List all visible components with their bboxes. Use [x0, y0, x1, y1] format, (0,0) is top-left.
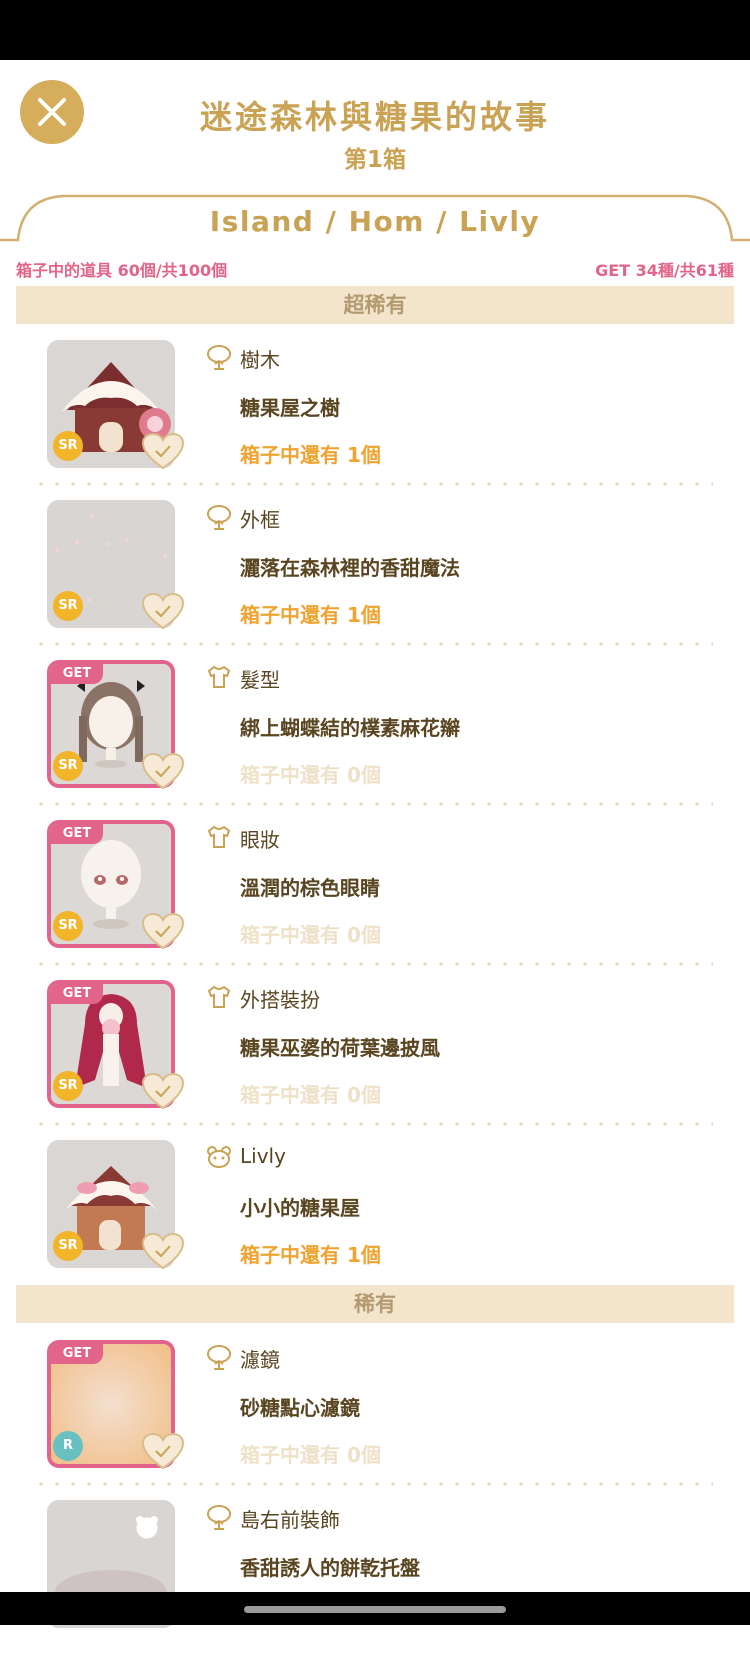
livly-face-icon — [207, 1146, 231, 1168]
tree-icon — [207, 1505, 231, 1530]
divider — [33, 482, 713, 486]
divider — [33, 1122, 713, 1126]
rarity-badge: SR — [53, 751, 83, 781]
list-item[interactable]: GET R 濾鏡 砂糖點心濾鏡 箱子中還有 0個 — [0, 1340, 750, 1500]
favorite-heart-icon[interactable] — [141, 1232, 185, 1272]
item-name: 砂糖點心濾鏡 — [240, 1396, 360, 1420]
stock-text: 箱子中還有 1個 — [240, 1243, 381, 1267]
divider — [33, 1482, 713, 1486]
category-label: 眼妝 — [240, 828, 280, 852]
status-bar — [0, 0, 750, 60]
favorite-heart-icon[interactable] — [141, 1432, 185, 1472]
section-super-rare: 超稀有 — [16, 286, 734, 324]
shirt-icon — [207, 825, 231, 848]
tree-icon — [207, 345, 231, 370]
list-item[interactable]: SR 外框 灑落在森林裡的香甜魔法 箱子中還有 1個 — [0, 500, 750, 660]
list-item[interactable]: SR Livly 小小的糖果屋 箱子中還有 1個 — [0, 1140, 750, 1300]
list-item[interactable]: GET SR 眼妝 溫潤的棕色眼睛 箱子中還有 0個 — [0, 820, 750, 980]
get-badge: GET — [51, 1344, 103, 1364]
page-title: 迷途森林與糖果的故事 — [199, 98, 550, 136]
category-label: 濾鏡 — [240, 1348, 280, 1372]
favorite-heart-icon[interactable] — [141, 432, 185, 472]
rarity-badge: R — [53, 1431, 83, 1461]
stock-text: 箱子中還有 0個 — [240, 1083, 381, 1107]
stock-text: 箱子中還有 1個 — [240, 603, 381, 627]
stock-text: 箱子中還有 0個 — [240, 923, 381, 947]
item-name: 糖果巫婆的荷葉邊披風 — [240, 1036, 440, 1060]
box-number: 第1箱 — [343, 147, 406, 173]
category-label: 髮型 — [240, 668, 280, 692]
item-name: 綁上蝴蝶結的樸素麻花辮 — [240, 716, 460, 740]
rarity-badge: SR — [53, 431, 83, 461]
favorite-heart-icon[interactable] — [141, 1072, 185, 1112]
divider — [33, 962, 713, 966]
section-rare: 稀有 — [16, 1285, 734, 1323]
item-name: 香甜誘人的餅乾托盤 — [240, 1556, 420, 1580]
category-label: 外框 — [240, 508, 280, 532]
rarity-badge: SR — [53, 911, 83, 941]
tree-icon — [207, 1345, 231, 1370]
list-item[interactable]: 島右前裝飾 香甜誘人的餅乾托盤 — [0, 1500, 750, 1660]
category-label: 島右前裝飾 — [240, 1508, 340, 1532]
get-badge: GET — [51, 824, 103, 844]
stock-text: 箱子中還有 1個 — [240, 443, 381, 467]
item-name: 糖果屋之樹 — [240, 396, 340, 420]
list-item[interactable]: GET SR 外搭裝扮 糖果巫婆的荷葉邊披風 箱子中還有 0個 — [0, 980, 750, 1140]
get-count: GET 34種/共61種 — [595, 261, 734, 280]
shirt-icon — [207, 665, 231, 688]
rarity-badge: SR — [53, 1071, 83, 1101]
stock-text: 箱子中還有 0個 — [240, 1443, 381, 1467]
home-indicator[interactable] — [244, 1606, 506, 1613]
shirt-icon — [207, 985, 231, 1008]
favorite-heart-icon[interactable] — [141, 592, 185, 632]
category-label: 外搭裝扮 — [240, 988, 320, 1012]
get-badge: GET — [51, 984, 103, 1004]
item-name: 溫潤的棕色眼睛 — [240, 876, 380, 900]
item-name: 灑落在森林裡的香甜魔法 — [240, 556, 460, 580]
category-label: 樹木 — [240, 348, 280, 372]
divider — [33, 642, 713, 646]
divider — [33, 802, 713, 806]
stock-text: 箱子中還有 0個 — [240, 763, 381, 787]
list-item[interactable]: GET SR 髮型 綁上蝴蝶結的樸素麻花辮 箱子中還有 0個 — [0, 660, 750, 820]
category-tabs[interactable]: Island / Hom / Livly — [0, 205, 750, 238]
rarity-badge: SR — [53, 591, 83, 621]
rarity-badge: SR — [53, 1231, 83, 1261]
favorite-heart-icon[interactable] — [141, 912, 185, 952]
tree-icon — [207, 505, 231, 530]
category-label: Livly — [240, 1144, 286, 1168]
get-badge: GET — [51, 664, 103, 684]
item-name: 小小的糖果屋 — [240, 1196, 360, 1220]
box-item-count: 箱子中的道具 60個/共100個 — [16, 261, 228, 280]
list-item[interactable]: SR 樹木 糖果屋之樹 箱子中還有 1個 — [0, 340, 750, 500]
favorite-heart-icon[interactable] — [141, 752, 185, 792]
